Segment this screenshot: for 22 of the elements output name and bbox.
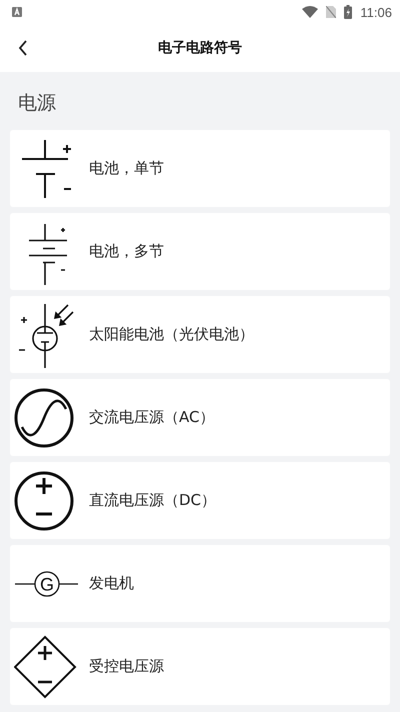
symbol-label: 电池，多节 bbox=[89, 242, 164, 261]
symbol-card[interactable]: 受控电压源 bbox=[10, 628, 390, 705]
symbol-card[interactable]: 太阳能电池（光伏电池） bbox=[10, 296, 390, 373]
wifi-icon bbox=[302, 6, 318, 18]
symbol-card[interactable]: 交流电压源（AC） bbox=[10, 379, 390, 456]
symbol-label: 太阳能电池（光伏电池） bbox=[89, 325, 254, 344]
back-icon[interactable] bbox=[18, 40, 28, 56]
symbol-label: 受控电压源 bbox=[89, 657, 164, 676]
symbol-label: 发电机 bbox=[89, 574, 134, 593]
symbol-card[interactable]: G 发电机 bbox=[10, 545, 390, 622]
keyboard-icon bbox=[12, 7, 22, 17]
clock-time: 11:06 bbox=[360, 4, 392, 20]
symbol-label: 电池，单节 bbox=[89, 159, 164, 178]
symbol-label: 交流电压源（AC） bbox=[89, 408, 214, 427]
page-title: 电子电路符号 bbox=[158, 39, 242, 57]
symbol-card[interactable]: 电池，多节 bbox=[10, 213, 390, 290]
symbol-label: 直流电压源（DC） bbox=[89, 491, 216, 510]
symbol-card[interactable]: 直流电压源（DC） bbox=[10, 462, 390, 539]
section-title: 电源 bbox=[17, 91, 57, 116]
no-sim-icon bbox=[326, 6, 336, 18]
symbol-card[interactable]: 电池，单节 bbox=[10, 130, 390, 207]
battery-icon bbox=[344, 5, 352, 19]
